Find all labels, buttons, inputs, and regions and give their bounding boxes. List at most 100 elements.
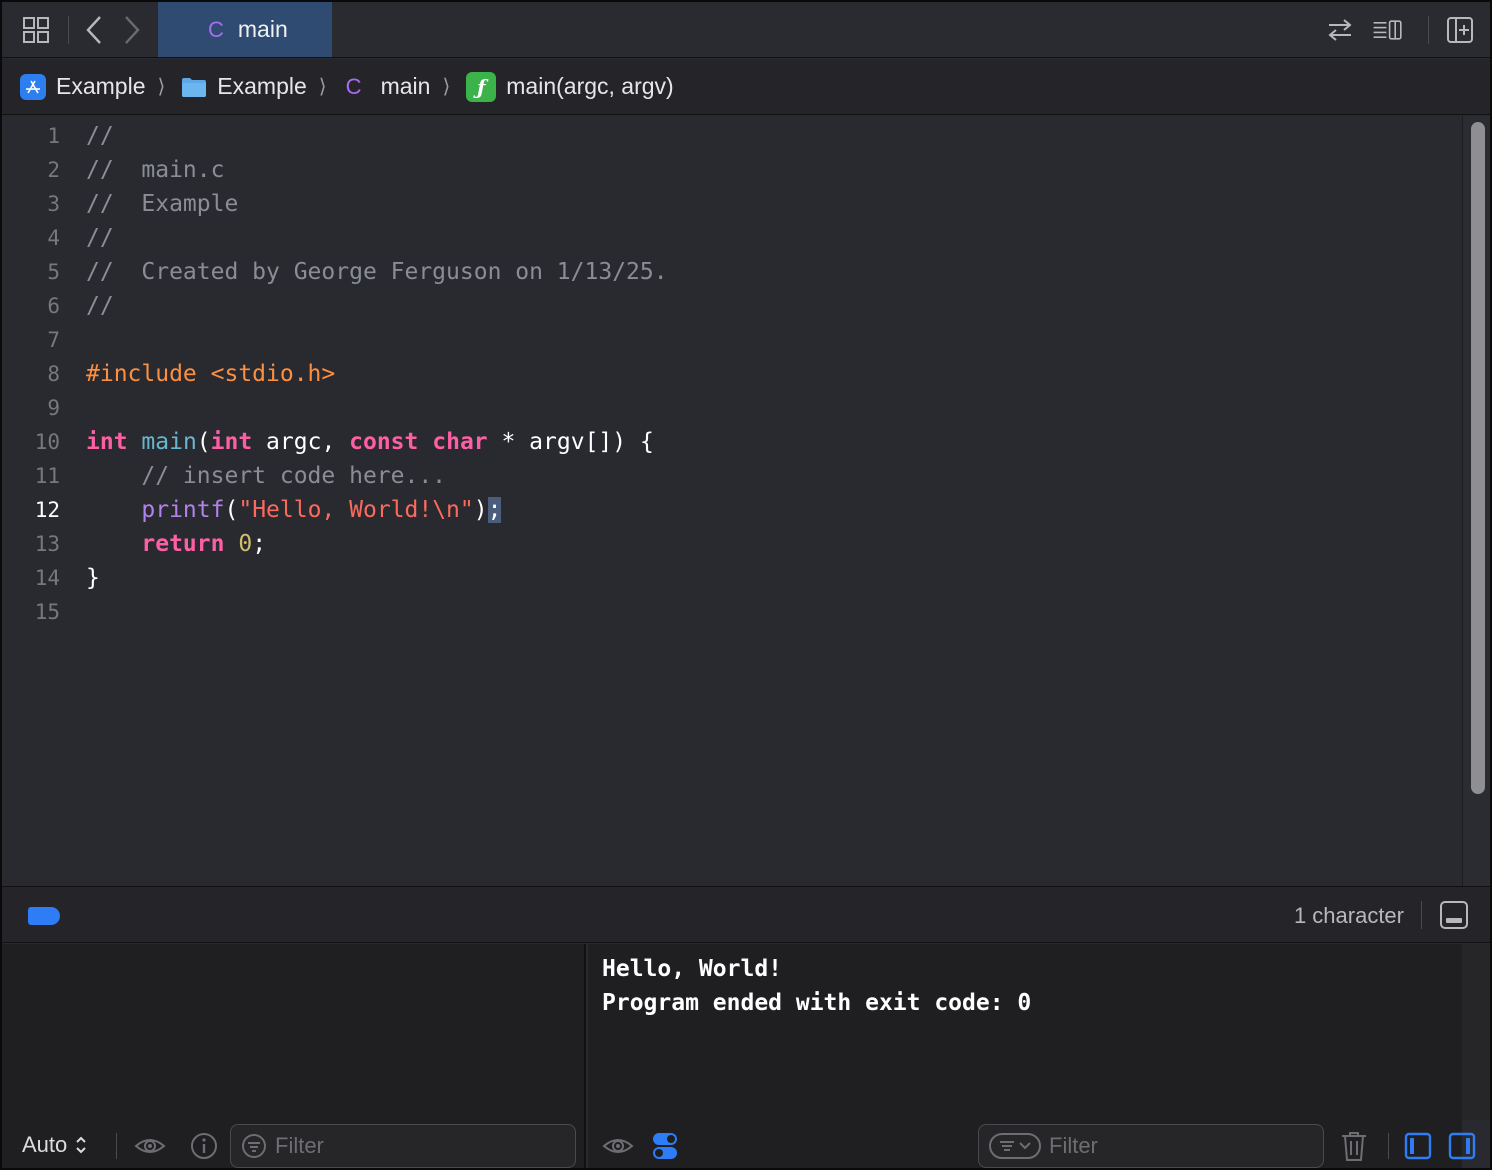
tab-main[interactable]: C main (158, 2, 332, 57)
breadcrumb-label: main(argc, argv) (506, 73, 674, 99)
selection-count: 1 character (1293, 903, 1404, 928)
c-file-icon: C (208, 16, 224, 42)
source-editor[interactable]: 1 2 3 4 5 6 7 8 9 10 11 12 13 14 15 // /… (2, 116, 1462, 886)
console-eye-icon[interactable] (602, 1132, 634, 1160)
breadcrumb-function[interactable]: ƒ main(argc, argv) (466, 71, 674, 102)
number-literal-token: 0 (238, 531, 253, 557)
tab-label: main (237, 16, 288, 42)
add-editor-icon[interactable] (1444, 14, 1476, 46)
trash-icon[interactable] (1340, 1130, 1368, 1162)
code-line: return 0; (86, 527, 266, 561)
filter-options-icon (989, 1133, 1041, 1159)
breadcrumb-label: main (380, 73, 431, 99)
back-chevron-icon[interactable] (78, 14, 110, 46)
line-number: 3 (47, 192, 60, 216)
current-code-line: printf("Hello, World!\n"); (86, 493, 502, 527)
output-options-toggle-icon[interactable] (652, 1131, 678, 1161)
console-output: Hello, World! Program ended with exit cod… (602, 952, 1031, 1020)
variables-filter-field[interactable] (230, 1124, 576, 1168)
xcode-project-icon (20, 73, 46, 100)
line-number: 2 (47, 158, 60, 182)
keyword-token: char (432, 429, 488, 455)
keyword-token: const (349, 429, 419, 455)
include-path-token: <stdio.h> (210, 361, 336, 387)
indent-token (86, 497, 141, 523)
function-call-token: printf (141, 497, 225, 523)
breadcrumb-file[interactable]: C main (343, 73, 431, 100)
breadcrumb-project[interactable]: Example (20, 73, 145, 100)
scope-select-value: Auto (22, 1132, 68, 1157)
punct-token: ; (252, 531, 267, 557)
string-literal-token: "Hello, World!\n" (238, 497, 474, 523)
line-number: 10 (34, 430, 60, 454)
code-line: #include <stdio.h> (86, 357, 335, 391)
console-filter-field[interactable] (978, 1124, 1324, 1168)
current-line-number: 12 (34, 498, 60, 522)
line-number: 8 (47, 362, 60, 386)
code-line: // Example (86, 191, 239, 217)
line-number: 13 (34, 532, 60, 556)
editor-scroll-thumb[interactable] (1471, 122, 1485, 794)
tab-bar: C main (2, 2, 1490, 58)
console-filter-input[interactable] (1049, 1133, 1269, 1159)
code-line: } (86, 565, 100, 591)
line-number: 15 (34, 600, 60, 624)
eye-icon[interactable] (134, 1132, 166, 1160)
breadcrumb-separator: ⟩ (318, 76, 327, 98)
navigator-grid-icon[interactable] (20, 14, 52, 46)
line-number: 5 (47, 260, 60, 284)
console-line: Hello, World! (602, 956, 783, 982)
code-line: // insert code here... (86, 463, 447, 489)
keyword-token: int (86, 429, 128, 455)
variables-filter-input[interactable] (275, 1133, 495, 1159)
keyword-token: int (210, 429, 253, 455)
variables-scope-select[interactable]: Auto (22, 1132, 87, 1158)
line-number: 7 (47, 328, 60, 352)
selected-character: ; (487, 497, 502, 523)
line-number: 4 (47, 226, 60, 250)
code-line: // (86, 123, 114, 149)
console-line: Program ended with exit code: 0 (602, 990, 1032, 1016)
breadcrumb-label: Example (56, 73, 146, 99)
debug-bar: 1 character (2, 886, 1490, 943)
line-number: 9 (47, 396, 60, 420)
code-line: // (86, 293, 114, 319)
code-area[interactable]: // // main.c // Example // // Created by… (86, 116, 1462, 886)
swap-arrows-icon[interactable] (1324, 14, 1356, 46)
line-number-gutter: 1 2 3 4 5 6 7 8 9 10 11 12 13 14 15 (2, 116, 72, 886)
line-number: 1 (47, 124, 60, 148)
punct-token: ) (473, 497, 488, 523)
updown-chevron-icon (76, 1136, 86, 1154)
jump-bar-breadcrumb: Example ⟩ Example ⟩ C main ⟩ ƒ main(argc… (2, 59, 1490, 115)
plain-token: * argv[]) { (487, 429, 654, 455)
inspector-layout-icon[interactable] (1372, 14, 1404, 46)
function-name-token: main (141, 429, 197, 455)
code-line: // (86, 225, 114, 251)
punct-token: ( (224, 497, 239, 523)
line-number: 6 (47, 294, 60, 318)
plain-token: argc, (252, 429, 350, 455)
indent-token (86, 531, 141, 557)
code-line: int main(int argc, const char * argv[]) … (86, 425, 654, 459)
code-line: // Created by George Ferguson on 1/13/25… (86, 259, 668, 285)
console-scrollbar[interactable] (1462, 944, 1490, 1120)
breadcrumb-folder[interactable]: Example (181, 73, 307, 100)
folder-icon (181, 76, 207, 98)
preprocessor-token: #include (86, 361, 211, 387)
show-console-view-icon[interactable] (1448, 1132, 1476, 1160)
editor-scrollbar[interactable] (1462, 116, 1490, 886)
hide-debug-area-icon[interactable] (1440, 901, 1468, 929)
keyword-token: return (141, 531, 225, 557)
punct-token: ( (196, 429, 211, 455)
c-file-icon: C (345, 73, 362, 99)
forward-chevron-icon[interactable] (116, 14, 148, 46)
function-icon: ƒ (466, 71, 497, 102)
breakpoints-toggle-icon[interactable] (28, 907, 60, 925)
code-line: // main.c (86, 157, 225, 183)
info-icon[interactable] (190, 1132, 218, 1160)
filter-icon (242, 1134, 266, 1158)
show-variables-view-icon[interactable] (1404, 1132, 1432, 1160)
line-number: 14 (34, 566, 60, 590)
